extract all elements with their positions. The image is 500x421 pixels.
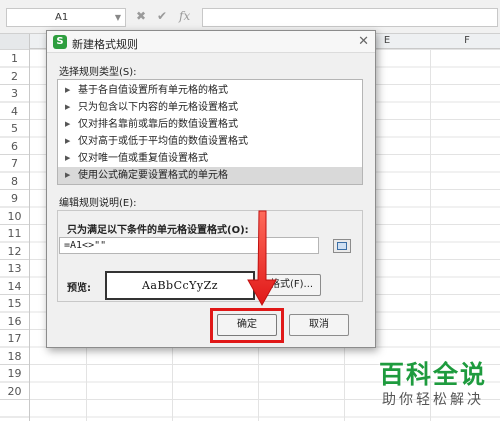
triangle-right-icon: ▶ — [65, 171, 71, 179]
range-select-icon — [337, 242, 347, 250]
baike-watermark: 百科全说 助你轻松解决 — [372, 360, 494, 416]
row-number[interactable]: 17 — [0, 332, 29, 345]
row-number[interactable]: 19 — [0, 367, 29, 380]
new-format-rule-dialog: S 新建格式规则 ✕ 选择规则类型(S): ▶ 基于各自值设置所有单元格的格式 … — [46, 30, 376, 348]
name-box[interactable]: A1 ▼ — [6, 8, 126, 27]
row-number[interactable]: 9 — [0, 192, 29, 205]
column-header-f[interactable]: F — [457, 35, 477, 46]
name-box-value: A1 — [55, 12, 69, 23]
formula-condition-input[interactable]: =A1<>"" — [59, 237, 319, 254]
rule-type-text: 仅对唯一值或重复值设置格式 — [78, 153, 208, 164]
watermark-main-text: 百科全说 — [378, 360, 487, 389]
triangle-right-icon: ▶ — [65, 154, 71, 162]
list-item[interactable]: ▶ 仅对高于或低于平均值的数值设置格式 — [58, 133, 362, 150]
format-button[interactable]: 格式(F)... — [261, 274, 321, 296]
list-item[interactable]: ▶ 仅对唯一值或重复值设置格式 — [58, 150, 362, 167]
wps-app-icon: S — [53, 35, 67, 49]
list-item[interactable]: ▶ 只为包含以下内容的单元格设置格式 — [58, 99, 362, 116]
row-number[interactable]: 8 — [0, 175, 29, 188]
row-number[interactable]: 5 — [0, 122, 29, 135]
triangle-right-icon: ▶ — [65, 120, 71, 128]
column-header-e[interactable]: E — [377, 35, 397, 46]
rule-type-text: 仅对高于或低于平均值的数值设置格式 — [78, 136, 248, 147]
triangle-right-icon: ▶ — [65, 86, 71, 94]
rule-type-list[interactable]: ▶ 基于各自值设置所有单元格的格式 ▶ 只为包含以下内容的单元格设置格式 ▶ 仅… — [57, 79, 363, 185]
formula-input[interactable] — [202, 8, 498, 27]
row-number[interactable]: 18 — [0, 350, 29, 363]
ok-highlight-box — [210, 308, 284, 343]
preview-label: 预览: — [67, 283, 91, 294]
row-number[interactable]: 13 — [0, 262, 29, 275]
watermark-sub-text: 助你轻松解决 — [382, 392, 484, 408]
range-select-button[interactable] — [333, 239, 351, 253]
rule-type-text: 使用公式确定要设置格式的单元格 — [78, 170, 228, 181]
row-number[interactable]: 7 — [0, 157, 29, 170]
row-number[interactable]: 10 — [0, 210, 29, 223]
rule-type-text: 仅对排名靠前或靠后的数值设置格式 — [78, 119, 238, 130]
row-number[interactable]: 11 — [0, 227, 29, 240]
condition-label: 只为满足以下条件的单元格设置格式(O): — [67, 225, 249, 236]
rule-description-label: 编辑规则说明(E): — [59, 198, 137, 209]
row-number[interactable]: 20 — [0, 385, 29, 398]
row-header: 1 2 3 4 5 6 7 8 9 10 11 12 13 14 15 16 1… — [0, 49, 30, 421]
rule-type-text: 只为包含以下内容的单元格设置格式 — [78, 102, 238, 113]
close-icon[interactable]: ✕ — [358, 34, 369, 49]
row-number[interactable]: 6 — [0, 140, 29, 153]
triangle-right-icon: ▶ — [65, 137, 71, 145]
row-number[interactable]: 3 — [0, 87, 29, 100]
format-preview: AaBbCcYyZz — [105, 271, 255, 300]
row-number[interactable]: 1 — [0, 52, 29, 65]
formula-bar: A1 ▼ ✖ ✔ fx — [0, 0, 500, 34]
dialog-titlebar[interactable]: S 新建格式规则 ✕ — [47, 31, 375, 53]
select-all-corner[interactable] — [0, 34, 30, 49]
rule-type-label: 选择规则类型(S): — [59, 67, 137, 78]
row-number[interactable]: 4 — [0, 105, 29, 118]
row-number[interactable]: 14 — [0, 280, 29, 293]
function-icon[interactable]: fx — [179, 9, 190, 23]
chevron-down-icon[interactable]: ▼ — [115, 9, 121, 26]
list-item[interactable]: ▶ 基于各自值设置所有单元格的格式 — [58, 82, 362, 99]
confirm-edit-icon[interactable]: ✔ — [157, 9, 167, 23]
list-item-selected[interactable]: ▶ 使用公式确定要设置格式的单元格 — [58, 167, 362, 184]
cancel-button[interactable]: 取消 — [289, 314, 349, 336]
list-item[interactable]: ▶ 仅对排名靠前或靠后的数值设置格式 — [58, 116, 362, 133]
dialog-title: 新建格式规则 — [72, 38, 138, 51]
row-number[interactable]: 12 — [0, 245, 29, 258]
triangle-right-icon: ▶ — [65, 103, 71, 111]
row-number[interactable]: 2 — [0, 70, 29, 83]
cancel-edit-icon[interactable]: ✖ — [136, 9, 146, 23]
row-number[interactable]: 16 — [0, 315, 29, 328]
row-number[interactable]: 15 — [0, 297, 29, 310]
rule-type-text: 基于各自值设置所有单元格的格式 — [78, 85, 228, 96]
